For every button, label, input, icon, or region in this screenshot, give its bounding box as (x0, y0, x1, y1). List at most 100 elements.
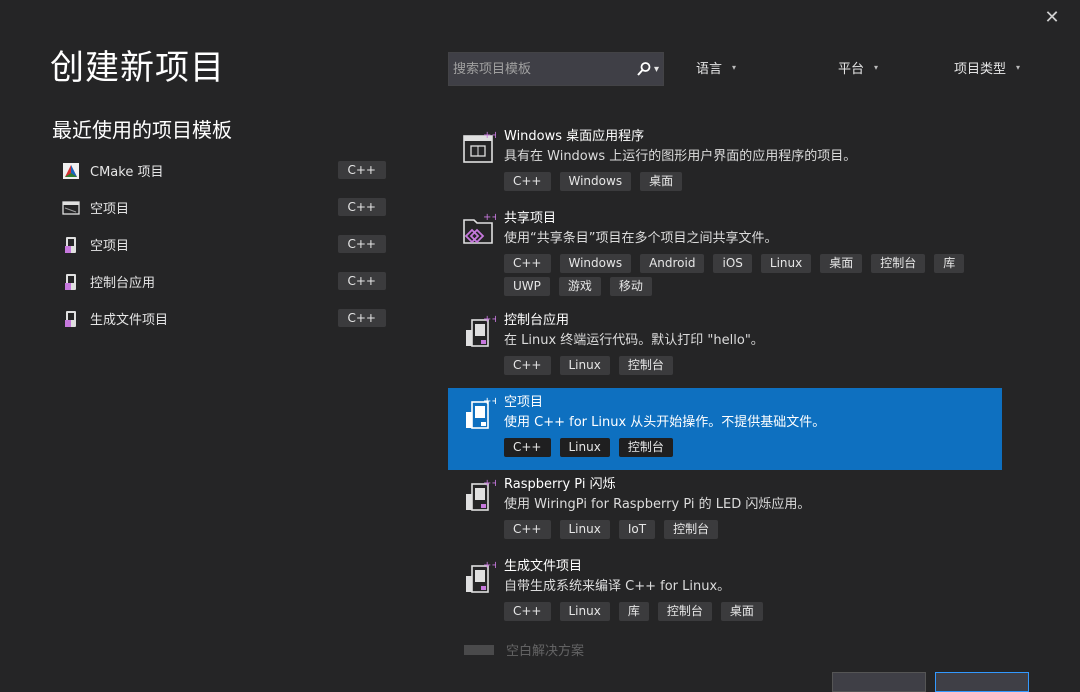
template-tags: C++ Linux IoT 控制台 (504, 520, 974, 543)
svg-text:++: ++ (483, 396, 496, 407)
recent-item-label: 控制台应用 (90, 276, 156, 291)
tag: 控制台 (871, 254, 926, 273)
svg-text:++: ++ (483, 212, 496, 223)
svg-text:++: ++ (483, 130, 496, 141)
svg-text:++: ++ (483, 478, 496, 489)
template-tags: C++ Windows Android iOS Linux 桌面 控制台 库 U… (504, 254, 974, 300)
tag: C++ (504, 356, 551, 375)
next-button[interactable] (935, 672, 1029, 692)
recent-item-cmake[interactable]: CMake 项目 C++ (50, 152, 390, 189)
shared-project-icon: ++ (463, 212, 496, 244)
tag: Linux (559, 438, 610, 457)
template-description: 使用 C++ for Linux 从头开始操作。不提供基础文件。 (504, 415, 826, 430)
template-description: 自带生成系统来编译 C++ for Linux。 (504, 579, 731, 594)
recent-item-label: 生成文件项目 (90, 313, 169, 328)
template-raspberry-pi-blink[interactable]: ++ Raspberry Pi 闪烁 使用 WiringPi for Raspb… (448, 470, 1002, 552)
tag: 游戏 (558, 277, 601, 296)
tag: C++ (504, 172, 551, 191)
template-list: ++ Windows 桌面应用程序 具有在 Windows 上运行的图形用户界面… (448, 122, 1002, 662)
tag: Linux (760, 254, 812, 273)
project-type-filter-label: 项目类型 (954, 62, 1007, 77)
windows-desktop-icon: ++ (463, 130, 496, 163)
linux-console-icon: ++ (466, 314, 496, 347)
linux-console-icon: ++ (466, 560, 496, 593)
recent-templates-list: CMake 项目 C++ 空项目 C++ 空项目 C++ 控制台应用 C++ 生… (50, 152, 390, 337)
page-title: 创建新项目 (50, 48, 225, 88)
back-button[interactable] (832, 672, 926, 692)
template-description: 使用“共享条目”项目在多个项目之间共享文件。 (504, 231, 778, 246)
template-name: Windows 桌面应用程序 (504, 129, 645, 144)
template-name: Raspberry Pi 闪烁 (504, 477, 616, 492)
tag: UWP (504, 277, 550, 296)
linux-console-icon (65, 273, 76, 290)
project-type-filter[interactable]: 项目类型 ▾ (954, 58, 1020, 77)
tag: 桌面 (640, 172, 683, 191)
tag: Windows (559, 172, 632, 191)
close-icon: ✕ (1044, 7, 1060, 28)
tag: C++ (504, 438, 551, 457)
language-badge: C++ (337, 235, 386, 253)
template-tags: C++ Linux 库 控制台 桌面 (504, 602, 974, 625)
template-description: 在 Linux 终端运行代码。默认打印 "hello"。 (504, 333, 764, 348)
language-filter[interactable]: 语言 ▾ (696, 58, 736, 77)
language-badge: C++ (337, 309, 386, 327)
template-empty-project[interactable]: ++ 空项目 使用 C++ for Linux 从头开始操作。不提供基础文件。 … (448, 388, 1002, 470)
tag: C++ (504, 520, 551, 539)
svg-text:++: ++ (483, 314, 496, 325)
template-shared-project[interactable]: ++ 共享项目 使用“共享条目”项目在多个项目之间共享文件。 C++ Windo… (448, 204, 1002, 306)
linux-console-icon (65, 236, 76, 253)
blank-solution-icon (464, 644, 494, 655)
platform-filter-label: 平台 (838, 62, 865, 77)
recent-item-console-app[interactable]: 控制台应用 C++ (50, 263, 390, 300)
close-button[interactable]: ✕ (1042, 8, 1062, 28)
tag: 库 (934, 254, 965, 273)
tag: 桌面 (820, 254, 863, 273)
recent-item-makefile-project[interactable]: 生成文件项目 C++ (50, 300, 390, 337)
recent-item-label: 空项目 (90, 202, 130, 217)
template-name: 空项目 (504, 395, 544, 410)
template-console-app[interactable]: ++ 控制台应用 在 Linux 终端运行代码。默认打印 "hello"。 C+… (448, 306, 1002, 388)
tag: 库 (618, 602, 649, 621)
template-description: 使用 WiringPi for Raspberry Pi 的 LED 闪烁应用。 (504, 497, 811, 512)
template-tags: C++ Linux 控制台 (504, 356, 974, 379)
tag: 移动 (609, 277, 652, 296)
recent-item-label: 空项目 (90, 239, 130, 254)
template-name: 空白解决方案 (506, 644, 585, 659)
language-filter-label: 语言 (696, 62, 723, 77)
recent-item-label: CMake 项目 (90, 165, 164, 180)
search-button[interactable]: ▾ (636, 61, 659, 77)
template-tags: C++ Linux 控制台 (504, 438, 974, 461)
cmake-icon (63, 162, 79, 179)
template-name: 控制台应用 (504, 313, 570, 328)
search-input[interactable] (449, 60, 625, 78)
tag: 控制台 (657, 602, 712, 621)
recent-item-empty-project[interactable]: 空项目 C++ (50, 189, 390, 226)
template-windows-desktop[interactable]: ++ Windows 桌面应用程序 具有在 Windows 上运行的图形用户界面… (448, 122, 1002, 204)
tag: 控制台 (618, 438, 673, 457)
tag: iOS (713, 254, 752, 273)
template-makefile-project[interactable]: ++ 生成文件项目 自带生成系统来编译 C++ for Linux。 C++ L… (448, 552, 1002, 634)
tag: Linux (559, 602, 610, 621)
tag: Linux (559, 520, 610, 539)
linux-console-icon: ++ (466, 396, 496, 429)
tag: 控制台 (618, 356, 673, 375)
recent-templates-title: 最近使用的项目模板 (52, 118, 232, 142)
chevron-down-icon: ▾ (1016, 63, 1021, 72)
template-name: 生成文件项目 (504, 559, 583, 574)
tag: Windows (559, 254, 632, 273)
template-blank-solution[interactable]: 空白解决方案 (464, 640, 764, 659)
template-name: 共享项目 (504, 211, 557, 226)
recent-item-empty-project-linux[interactable]: 空项目 C++ (50, 226, 390, 263)
chevron-down-icon: ▾ (732, 63, 737, 72)
chevron-down-icon: ▾ (874, 63, 879, 72)
template-tags: C++ Windows 桌面 (504, 172, 974, 195)
tag: 桌面 (720, 602, 763, 621)
search-icon (637, 62, 651, 76)
tag: C++ (504, 254, 551, 273)
linux-console-icon: ++ (466, 478, 496, 511)
empty-project-icon (62, 200, 80, 215)
tag: C++ (504, 602, 551, 621)
platform-filter[interactable]: 平台 ▾ (838, 58, 878, 77)
language-badge: C++ (337, 272, 386, 290)
language-badge: C++ (337, 161, 386, 179)
